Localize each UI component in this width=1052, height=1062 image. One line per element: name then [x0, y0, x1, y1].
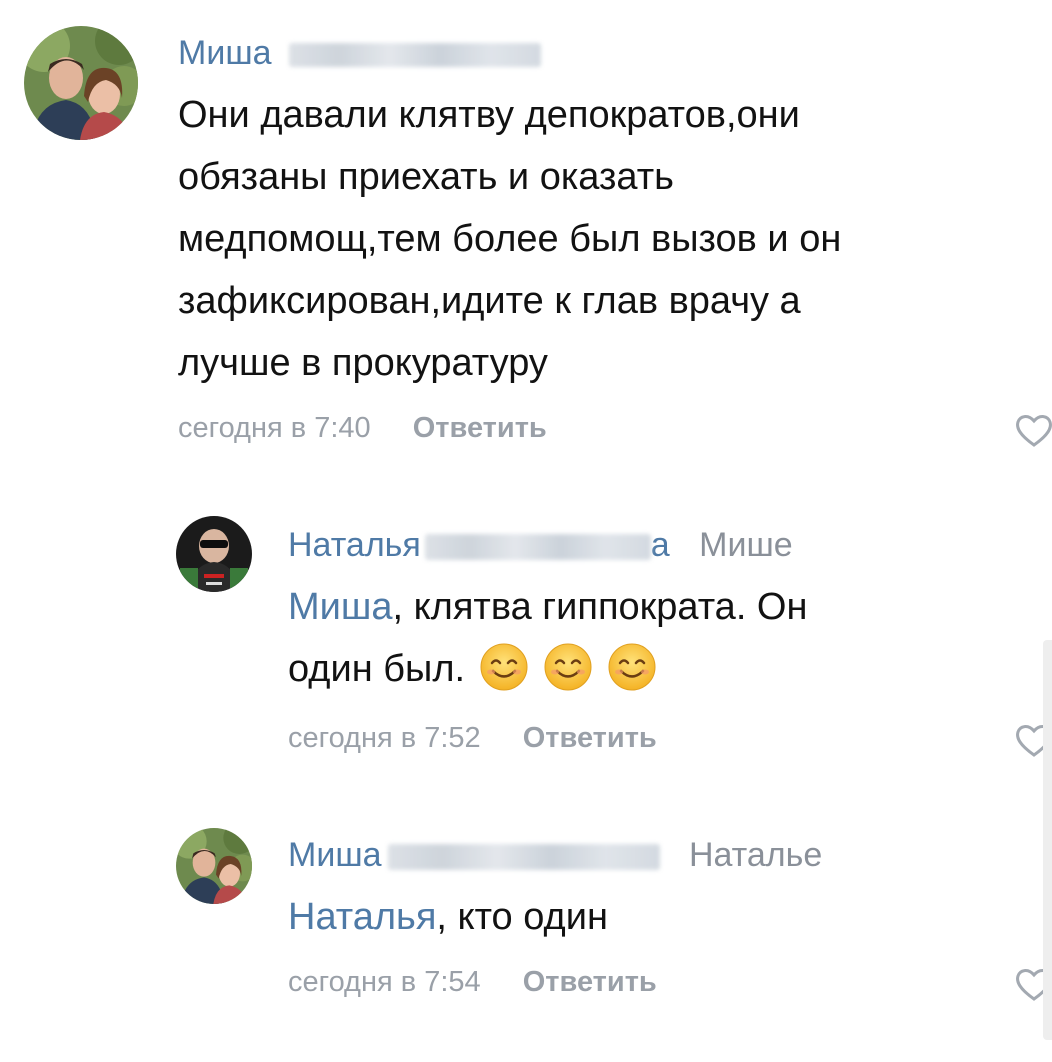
comment-text-line: медпомощ,тем более был вызов и он	[178, 218, 842, 260]
comment-time: сегодня в 7:54	[288, 966, 481, 998]
comment-time: сегодня в 7:52	[288, 722, 481, 754]
comment-text: Наталья, кто один	[288, 886, 608, 948]
smiling-face-emoji	[543, 642, 593, 692]
comment-text-fragment: , кто один	[436, 896, 608, 938]
author-name-tail: а	[650, 526, 670, 564]
smiling-face-emoji	[607, 642, 657, 692]
author-surname-blurred	[387, 844, 660, 871]
avatar[interactable]	[176, 828, 252, 904]
comment-author-line: Миша Наталье	[288, 836, 822, 875]
avatar[interactable]	[176, 516, 252, 592]
comment-text-fragment: , клятва гиппократа. Он	[392, 586, 808, 628]
heart-outline-icon[interactable]	[1014, 412, 1052, 448]
author-surname-blurred	[424, 534, 651, 561]
comment-text-line: Наталья, кто один	[288, 886, 608, 948]
reply-button[interactable]: Ответить	[413, 412, 547, 444]
comment-text-line: один был.	[288, 638, 807, 700]
comment-author-line: Миша	[178, 34, 541, 73]
mention-link[interactable]: Миша	[288, 586, 393, 628]
reply-to-label[interactable]: Наталье	[689, 836, 822, 874]
comment-text-line: Они давали клятву депократов,они	[178, 94, 800, 136]
comment-meta: сегодня в 7:52 Ответить	[288, 722, 657, 755]
smiling-face-emoji	[479, 642, 529, 692]
comment-text: Они давали клятву депократов,они обязаны…	[178, 84, 841, 394]
comment-text-line: лучше в прокуратуру	[178, 342, 548, 384]
comment-time: сегодня в 7:40	[178, 412, 371, 444]
comment-author-line: Наталья а Мише	[288, 526, 793, 565]
comment-meta: сегодня в 7:54 Ответить	[288, 966, 657, 999]
reply-button[interactable]: Ответить	[523, 722, 657, 754]
author-name[interactable]: Наталья	[288, 526, 421, 564]
comment-text-fragment: один был.	[288, 648, 466, 690]
avatar[interactable]	[24, 26, 138, 140]
comment-text-line: обязаны приехать и оказать	[178, 156, 674, 198]
mention-link[interactable]: Наталья	[288, 896, 436, 938]
comment-meta: сегодня в 7:40 Ответить	[178, 412, 547, 445]
reply-button[interactable]: Ответить	[523, 966, 657, 998]
scrollbar[interactable]	[1043, 640, 1052, 1040]
author-name[interactable]: Миша	[288, 836, 382, 874]
author-name[interactable]: Миша	[178, 34, 272, 72]
reply-to-label[interactable]: Мише	[699, 526, 793, 564]
comment-text-line: зафиксирован,идите к глав врачу а	[178, 280, 801, 322]
author-surname-blurred	[288, 43, 541, 68]
comment-text: Миша, клятва гиппократа. Он один был.	[288, 576, 807, 700]
comment-text-line: Миша, клятва гиппократа. Он	[288, 576, 807, 638]
